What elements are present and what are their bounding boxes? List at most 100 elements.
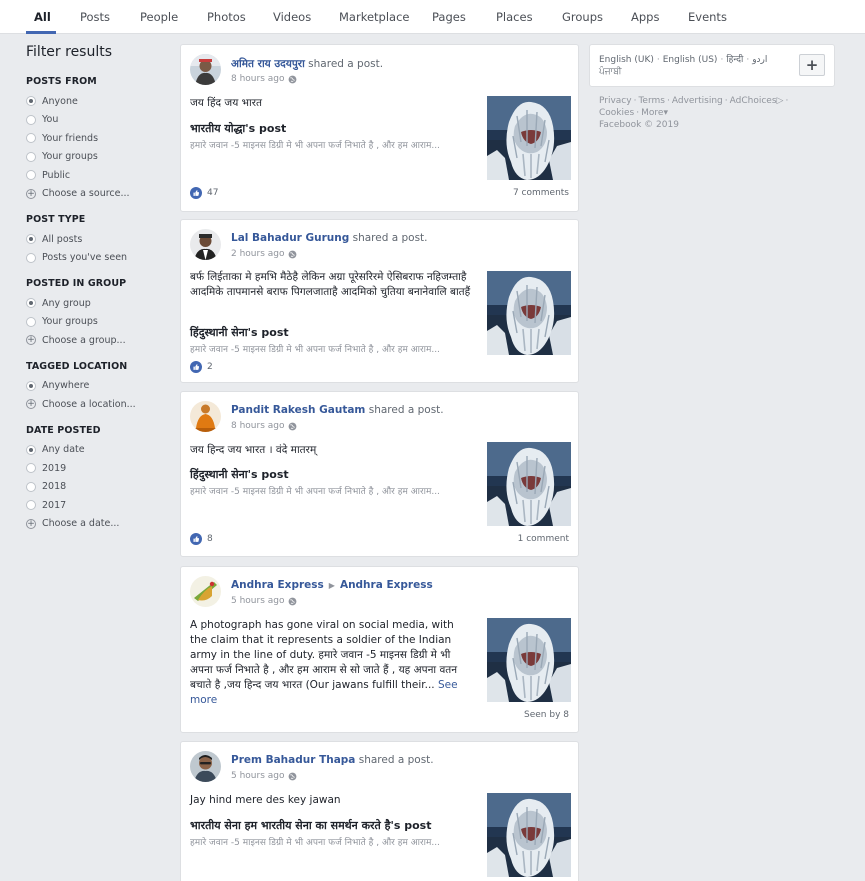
reactions-count[interactable]: 47 xyxy=(190,187,218,199)
avatar[interactable] xyxy=(190,54,221,85)
radio[interactable] xyxy=(26,114,36,125)
privacy-link[interactable]: Privacy xyxy=(599,96,632,106)
language-link[interactable]: हिन्दी xyxy=(726,55,743,65)
target-page-link[interactable]: Andhra Express xyxy=(340,579,433,591)
tab-videos[interactable]: Videos xyxy=(273,10,311,24)
radio[interactable] xyxy=(26,252,36,263)
radio[interactable] xyxy=(26,170,36,181)
filter-option-label: Anyone xyxy=(42,95,78,107)
shared-post-image[interactable] xyxy=(487,442,571,526)
more-link[interactable]: More xyxy=(641,108,663,118)
filter-option-2019[interactable]: 2019 xyxy=(26,459,166,478)
avatar[interactable] xyxy=(190,229,221,260)
filter-option-your-groups[interactable]: Your groups xyxy=(26,148,166,167)
comments-link[interactable]: 7 comments xyxy=(513,188,569,198)
shared-post-title[interactable]: भारतीय योद्धा's post xyxy=(190,121,286,136)
radio-selected[interactable] xyxy=(26,298,36,309)
adchoices-link[interactable]: AdChoices xyxy=(730,96,777,106)
timestamp-link[interactable]: 5 hours ago xyxy=(231,596,285,606)
tab-pages[interactable]: Pages xyxy=(432,10,466,24)
filter-option-your-groups[interactable]: Your groups xyxy=(26,313,166,332)
tab-all[interactable]: All xyxy=(34,10,51,24)
language-link[interactable]: ਪੰਜਾਬੀ xyxy=(599,67,622,77)
tab-marketplace[interactable]: Marketplace xyxy=(339,10,409,24)
choose-location-link[interactable]: + Choose a location... xyxy=(26,395,166,414)
shared-post-title[interactable]: हिंदुस्थानी सेना's post xyxy=(190,325,289,340)
filter-option-label: You xyxy=(42,114,59,126)
filter-option-label: Your groups xyxy=(42,316,98,328)
avatar[interactable] xyxy=(190,401,221,432)
avatar[interactable] xyxy=(190,751,221,782)
seen-by-count[interactable]: Seen by 8 xyxy=(524,710,569,720)
filter-option-all-posts[interactable]: All posts xyxy=(26,230,166,249)
filter-option-anyone[interactable]: Anyone xyxy=(26,92,166,111)
shared-post-image[interactable] xyxy=(487,96,571,180)
radio[interactable] xyxy=(26,151,36,162)
filter-option-label: Your groups xyxy=(42,151,98,163)
tab-photos[interactable]: Photos xyxy=(207,10,246,24)
shared-post-title[interactable]: हिंदुस्थानी सेना's post xyxy=(190,467,289,482)
post-footer: 8 1 comment xyxy=(190,532,569,546)
filter-option-you[interactable]: You xyxy=(26,111,166,130)
tab-groups[interactable]: Groups xyxy=(562,10,603,24)
author-link[interactable]: Prem Bahadur Thapa xyxy=(231,754,355,766)
post-card: अमित राय उदयपुरा shared a post. 8 hours … xyxy=(180,44,579,212)
filter-option-posts-seen[interactable]: Posts you've seen xyxy=(26,249,166,268)
filter-panel: Filter results POSTS FROM Anyone You You… xyxy=(26,44,166,544)
language-link[interactable]: اردو xyxy=(752,55,767,65)
avatar[interactable] xyxy=(190,576,221,607)
timestamp-link[interactable]: 8 hours ago xyxy=(231,74,285,84)
author-link[interactable]: अमित राय उदयपुरा xyxy=(231,58,305,70)
radio[interactable] xyxy=(26,133,36,144)
tab-places[interactable]: Places xyxy=(496,10,533,24)
advertising-link[interactable]: Advertising xyxy=(672,96,723,106)
post-meta: 5 hours ago xyxy=(231,596,297,606)
timestamp-link[interactable]: 5 hours ago xyxy=(231,771,285,781)
radio[interactable] xyxy=(26,500,36,511)
radio-selected[interactable] xyxy=(26,96,36,107)
cookies-link[interactable]: Cookies xyxy=(599,108,634,118)
filter-option-2017[interactable]: 2017 xyxy=(26,496,166,515)
filter-option-any-date[interactable]: Any date xyxy=(26,441,166,460)
filter-option-2018[interactable]: 2018 xyxy=(26,478,166,497)
choose-group-link[interactable]: + Choose a group... xyxy=(26,331,166,350)
choose-date-link[interactable]: + Choose a date... xyxy=(26,515,166,534)
copyright: Facebook © 2019 xyxy=(599,120,679,130)
tab-apps[interactable]: Apps xyxy=(631,10,659,24)
author-link[interactable]: Lal Bahadur Gurung xyxy=(231,232,349,244)
radio[interactable] xyxy=(26,463,36,474)
filter-heading: POSTS FROM xyxy=(26,76,97,87)
comments-link[interactable]: 1 comment xyxy=(518,534,569,544)
language-link[interactable]: English (UK) xyxy=(599,55,654,65)
language-link[interactable]: English (US) xyxy=(663,55,718,65)
post-text: A photograph has gone viral on social me… xyxy=(190,618,472,708)
reactions-count[interactable]: 8 xyxy=(190,533,213,545)
radio-selected[interactable] xyxy=(26,234,36,245)
terms-link[interactable]: Terms xyxy=(638,96,665,106)
add-language-button[interactable]: + xyxy=(799,54,825,76)
like-icon xyxy=(190,533,202,545)
shared-post-image[interactable] xyxy=(487,618,571,702)
post-text: बर्फ लिईताका मे हमभि मैठेहै लेकिन अग्रा … xyxy=(190,271,471,298)
choose-source-link[interactable]: + Choose a source... xyxy=(26,185,166,204)
shared-post-image[interactable] xyxy=(487,793,571,877)
reactions-count[interactable]: 2 xyxy=(190,361,213,373)
tab-posts[interactable]: Posts xyxy=(80,10,110,24)
author-link[interactable]: Andhra Express xyxy=(231,579,324,591)
filter-option-public[interactable]: Public xyxy=(26,166,166,185)
filter-option-anywhere[interactable]: Anywhere xyxy=(26,377,166,396)
shared-post-title[interactable]: भारतीय सेना हम भारतीय सेना का समर्थन करत… xyxy=(190,818,431,833)
radio[interactable] xyxy=(26,316,36,327)
filter-option-your-friends[interactable]: Your friends xyxy=(26,129,166,148)
page-footer: Privacy · Terms · Advertising · AdChoices▷ · Co… xyxy=(599,95,835,131)
radio-selected[interactable] xyxy=(26,444,36,455)
radio[interactable] xyxy=(26,481,36,492)
tab-events[interactable]: Events xyxy=(688,10,727,24)
filter-option-any-group[interactable]: Any group xyxy=(26,294,166,313)
tab-people[interactable]: People xyxy=(140,10,178,24)
author-link[interactable]: Pandit Rakesh Gautam xyxy=(231,404,365,416)
radio-selected[interactable] xyxy=(26,380,36,391)
timestamp-link[interactable]: 2 hours ago xyxy=(231,249,285,259)
timestamp-link[interactable]: 8 hours ago xyxy=(231,421,285,431)
shared-post-image[interactable] xyxy=(487,271,571,355)
